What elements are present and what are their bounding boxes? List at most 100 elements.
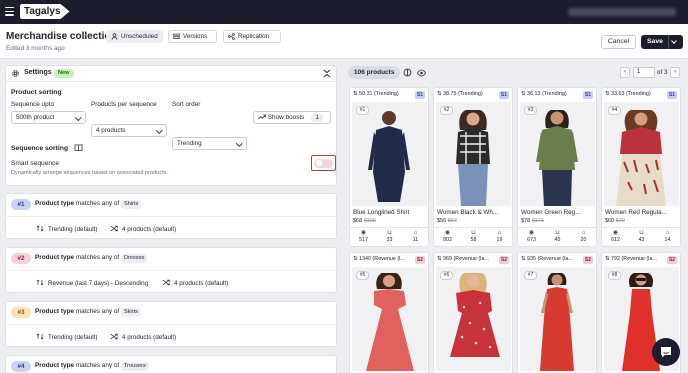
rank-badge: #3 xyxy=(524,106,537,115)
product-name: Women Red Regula... xyxy=(605,209,667,216)
chat-icon xyxy=(661,347,671,358)
product-price-current: $68 xyxy=(353,218,363,224)
split-circle-icon[interactable] xyxy=(403,68,412,77)
sort-arrows-icon xyxy=(36,225,44,232)
product-price: $78 $171 xyxy=(521,218,544,224)
menu-icon[interactable] xyxy=(5,7,14,16)
unscheduled-chip[interactable]: Unscheduled xyxy=(106,30,163,43)
account-email-blurred[interactable] xyxy=(568,8,676,16)
product-score: ⇅ 50.31 (Trending) xyxy=(353,91,399,97)
carts-stat: ⊔ 43 xyxy=(629,230,654,243)
product-score: ⇅ 36.13 (Trending) xyxy=(521,91,567,97)
cancel-button[interactable]: Cancel xyxy=(601,35,636,49)
branch-icon xyxy=(228,33,235,40)
next-page-button[interactable]: › xyxy=(670,67,680,78)
replication-button[interactable]: Replication xyxy=(223,30,281,43)
sequence-badge: S2 xyxy=(582,256,593,264)
settings-title: Settings xyxy=(24,69,52,76)
sequence-rule-1: Product type matches any of Shirts xyxy=(35,200,142,209)
per-sequence-select[interactable]: 4 products xyxy=(91,124,167,137)
sort-order-label: Sort order xyxy=(172,101,201,108)
product-card[interactable]: ⇅ 38.75 (Trending) S1 #2 Women Black & W… xyxy=(433,87,513,247)
carts-count: 45 xyxy=(554,237,561,243)
settings-card xyxy=(5,65,337,186)
sequence-sorting-heading: Sequence sorting xyxy=(11,145,69,152)
shuffle-icon xyxy=(110,225,118,232)
page-total: of 3 xyxy=(657,68,668,76)
boost-count: 1 xyxy=(311,114,324,122)
page-title: Merchandise collection xyxy=(6,31,117,42)
stats-divider xyxy=(350,227,428,228)
sequence-badge: S1 xyxy=(414,91,425,99)
sequence-count-3: 4 products (default) xyxy=(122,333,177,341)
eye-icon: ◉ xyxy=(528,230,535,236)
sequence-rule-4: Product type matches any of Trousers xyxy=(35,362,149,371)
smart-sequence-toggle[interactable] xyxy=(314,158,333,168)
product-photo xyxy=(536,110,578,206)
sequence-count-1: 4 products (default) xyxy=(122,225,177,233)
product-card[interactable]: ⇅ 50.31 (Trending) S1 #1 Blue Longlined … xyxy=(349,87,429,247)
rule-field: Product type xyxy=(35,362,75,369)
carts-count: 58 xyxy=(470,237,477,243)
product-name: Women Green Reg... xyxy=(521,209,581,216)
orders-count: 19 xyxy=(496,237,503,243)
product-score-text: 33.63 (Trending) xyxy=(611,91,651,97)
sort-order-select[interactable]: Trending xyxy=(172,137,247,150)
product-name: Women Black & Wh... xyxy=(437,209,499,216)
product-score: ⇅ 33.63 (Trending) xyxy=(605,91,651,97)
product-price-old: $70 xyxy=(615,218,625,224)
sequence-divider xyxy=(5,324,337,325)
rule-value: Skirts xyxy=(120,308,141,317)
product-card[interactable]: ⇅ 1340 (Revenue (l... S2 #5 xyxy=(349,252,429,373)
sequence-number-2: #2 xyxy=(11,253,31,264)
save-label: Save xyxy=(647,38,663,45)
product-score: ⇅ 969 (Revenue (la... xyxy=(437,256,495,262)
page-number-input[interactable]: 1 xyxy=(633,67,655,78)
rule-field: Product type xyxy=(35,308,75,315)
sequence-badge: S2 xyxy=(498,256,509,264)
chat-button[interactable] xyxy=(652,338,680,366)
product-score-text: 1340 (Revenue (l... xyxy=(359,256,405,262)
collapse-icon[interactable] xyxy=(323,69,331,78)
product-price-current: $78 xyxy=(521,218,531,224)
brand-logo[interactable]: Tagalys xyxy=(20,4,70,19)
product-card[interactable]: ⇅ 935 (Revenue (la... S2 #7 xyxy=(517,252,597,373)
versions-button[interactable]: Versions xyxy=(168,30,217,43)
shuffle-icon xyxy=(110,333,118,340)
product-score: ⇅ 935 (Revenue (la... xyxy=(521,256,579,262)
product-image xyxy=(604,102,679,206)
product-price: $68 $106 xyxy=(353,218,376,224)
sequence-badge: S1 xyxy=(582,91,593,99)
sequence-upto-select[interactable]: 500th product xyxy=(11,111,86,124)
chevron-down-icon[interactable] xyxy=(671,38,677,44)
rank-badge: #2 xyxy=(440,106,453,115)
product-card[interactable]: ⇅ 969 (Revenue (la... S2 #6 xyxy=(433,252,513,373)
stats-divider xyxy=(434,227,512,228)
carts-stat: ⊔ 33 xyxy=(377,230,402,243)
per-sequence-label: Products per sequence xyxy=(91,101,157,108)
product-price: $56 $67 xyxy=(437,218,457,224)
orders-stat: ⌂ 20 xyxy=(571,230,596,243)
orders-stat: ⌂ 11 xyxy=(403,230,428,243)
cart-icon: ⊔ xyxy=(555,230,560,236)
product-image xyxy=(352,267,427,371)
sequence-badge: S1 xyxy=(498,91,509,99)
eye-icon[interactable] xyxy=(417,69,426,77)
rule-operator: matches any of xyxy=(75,308,120,315)
rule-operator: matches any of xyxy=(75,200,120,207)
show-boosts-button[interactable]: Show boosts 1 xyxy=(253,111,331,124)
product-score-text: 969 (Revenue (la... xyxy=(443,256,489,262)
versions-label: Versions xyxy=(183,33,208,40)
product-card[interactable]: ⇅ 33.63 (Trending) S1 #4 Women Red Regul… xyxy=(601,87,681,247)
rank-badge: #5 xyxy=(356,271,369,280)
carts-stat: ⊔ 58 xyxy=(461,230,486,243)
bag-icon: ⌂ xyxy=(581,230,586,236)
book-icon[interactable] xyxy=(74,144,83,152)
sequence-badge: S2 xyxy=(414,256,425,264)
save-button[interactable]: Save xyxy=(641,35,683,49)
product-card[interactable]: ⇅ 36.13 (Trending) S1 #3 Women Green Reg… xyxy=(517,87,597,247)
product-price-current: $56 xyxy=(437,218,447,224)
product-price: $60 $70 xyxy=(605,218,625,224)
prev-page-button[interactable]: ‹ xyxy=(620,67,630,78)
bag-icon: ⌂ xyxy=(413,230,418,236)
